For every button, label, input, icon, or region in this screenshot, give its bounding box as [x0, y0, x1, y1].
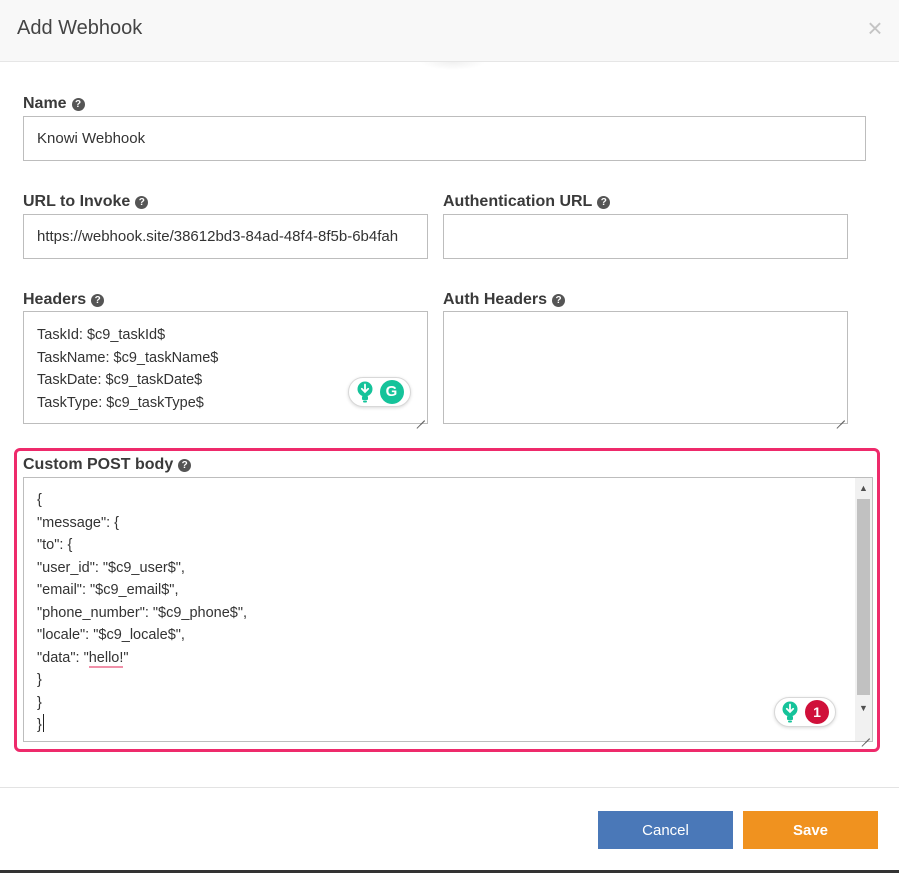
grammarly-widget[interactable]: 1 [774, 697, 836, 727]
help-icon[interactable]: ? [71, 97, 85, 111]
scrollbar-thumb[interactable] [857, 499, 870, 695]
help-icon[interactable]: ? [178, 458, 192, 472]
scroll-up-icon[interactable]: ▲ [855, 480, 872, 497]
help-icon[interactable]: ? [135, 195, 149, 209]
headers-line: TaskId: $c9_taskId$ [37, 327, 166, 343]
grammarly-g-icon[interactable]: G [379, 380, 404, 404]
auth-headers-label-text: Auth Headers [443, 291, 548, 308]
authentication-url-input[interactable] [443, 214, 848, 259]
body-line: } [37, 694, 42, 711]
custom-post-body-textarea[interactable]: { "message": { "to": { "user_id": "$c9_u… [23, 477, 873, 742]
custom-post-body-label-text: Custom POST body [23, 456, 174, 473]
modal-title: Add Webhook [17, 17, 143, 39]
body-line: "phone_number": "$c9_phone$", [37, 604, 248, 621]
grammarly-bulb-icon[interactable] [781, 701, 799, 723]
save-button[interactable]: Save [743, 811, 878, 849]
body-line: } [37, 714, 859, 737]
url-to-invoke-label: URL to Invoke ? [23, 193, 149, 211]
grammarly-issue-badge-icon[interactable]: 1 [805, 700, 829, 724]
body-line: } [37, 672, 42, 688]
help-icon[interactable]: ? [91, 293, 105, 307]
grammarly-widget[interactable]: G [348, 377, 411, 407]
resize-grip-icon[interactable] [416, 412, 425, 421]
body-line: "locale": "$c9_locale$", [37, 627, 185, 643]
body-line-suffix: " [123, 649, 129, 666]
body-line: "user_id": "$c9_user$", [37, 559, 185, 576]
cancel-button[interactable]: Cancel [598, 811, 733, 849]
name-input-value: Knowi Webhook [37, 130, 146, 147]
headers-label-text: Headers [23, 291, 87, 308]
help-icon[interactable]: ? [597, 195, 611, 209]
name-input[interactable]: Knowi Webhook [23, 116, 866, 161]
url-to-invoke-label-text: URL to Invoke [23, 193, 131, 210]
header-shadow [420, 62, 486, 70]
close-icon[interactable]: × [865, 15, 885, 41]
resize-grip-icon[interactable] [861, 730, 870, 739]
custom-post-body-label: Custom POST body ? [23, 456, 192, 474]
body-line: "to": { [37, 537, 73, 553]
modal-header: Add Webhook × [0, 0, 899, 62]
url-to-invoke-value: https://webhook.site/38612bd3-84ad-48f4-… [37, 228, 399, 245]
body-line: "data": "hello!" [37, 647, 859, 670]
authentication-url-label-text: Authentication URL [443, 193, 593, 210]
name-label-text: Name [23, 95, 67, 112]
body-line-text: } [37, 717, 42, 733]
url-to-invoke-input[interactable]: https://webhook.site/38612bd3-84ad-48f4-… [23, 214, 428, 259]
help-icon[interactable]: ? [552, 293, 566, 307]
misspelled-word[interactable]: hello! [88, 649, 124, 668]
body-line: "email": "$c9_email$", [37, 582, 179, 598]
name-label: Name ? [23, 95, 85, 113]
resize-grip-icon[interactable] [836, 412, 845, 421]
body-line: { [37, 492, 42, 508]
text-caret [42, 714, 44, 732]
grammarly-bulb-icon[interactable] [356, 381, 374, 403]
authentication-url-label: Authentication URL ? [443, 193, 611, 211]
body-line: "message": { [37, 514, 120, 531]
auth-headers-textarea[interactable] [443, 311, 848, 424]
headers-textarea[interactable]: TaskId: $c9_taskId$ TaskName: $c9_taskNa… [23, 311, 428, 424]
headers-line: TaskName: $c9_taskName$ [37, 349, 219, 366]
headers-label: Headers ? [23, 291, 105, 309]
auth-headers-label: Auth Headers ? [443, 291, 566, 309]
scroll-down-icon[interactable]: ▼ [855, 700, 872, 717]
footer-divider [0, 787, 899, 788]
vertical-scrollbar[interactable]: ▲ ▼ [855, 478, 872, 741]
body-line-prefix: "data": " [37, 649, 89, 666]
